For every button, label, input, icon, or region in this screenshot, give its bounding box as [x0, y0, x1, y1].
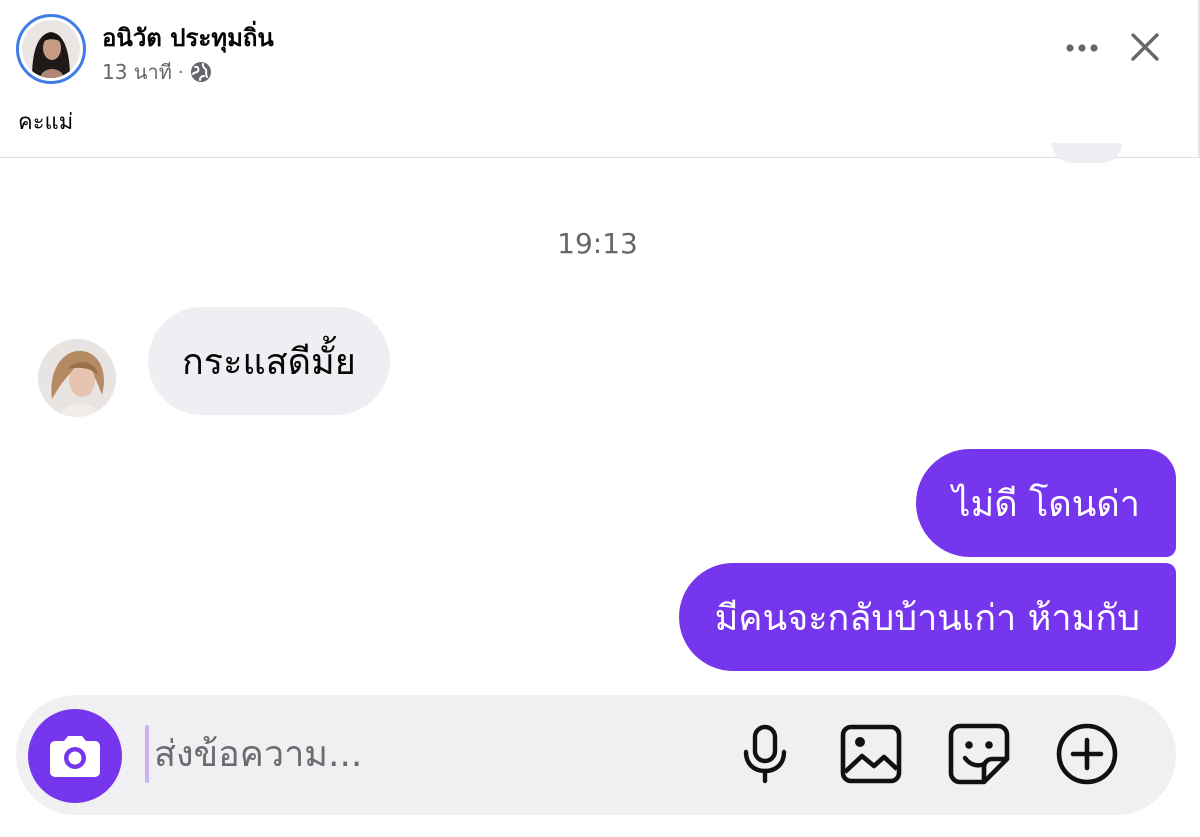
- post-meta: 13 นาที ·: [102, 56, 212, 88]
- post-header: อนิวัต ประทุมถิ่น 13 นาที · คะแม่: [0, 0, 1200, 158]
- image-button[interactable]: [838, 721, 904, 787]
- post-time[interactable]: 13 นาที: [102, 56, 172, 88]
- microphone-icon: [743, 724, 787, 784]
- microphone-button[interactable]: [732, 721, 798, 787]
- add-button[interactable]: [1054, 721, 1120, 787]
- close-icon[interactable]: [1128, 30, 1162, 64]
- more-options-icon[interactable]: [1064, 30, 1100, 66]
- message-composer: [16, 695, 1176, 815]
- sticker-button[interactable]: [946, 721, 1012, 787]
- meta-separator: ·: [177, 61, 184, 83]
- partial-message-bubble: [1052, 143, 1122, 163]
- incoming-message-bubble[interactable]: กระแสดีมั้ย: [148, 307, 390, 415]
- camera-button[interactable]: [28, 709, 122, 803]
- author-avatar-photo: [22, 20, 80, 78]
- message-timestamp: 19:13: [557, 227, 638, 260]
- text-caret: [145, 725, 149, 783]
- post-caption: คะแม่: [18, 110, 74, 135]
- author-name[interactable]: อนิวัต ประทุมถิ่น: [102, 18, 274, 57]
- globe-icon[interactable]: [190, 61, 212, 83]
- outgoing-message-bubble[interactable]: มีคนจะกลับบ้านเก่า ห้ามกับ: [678, 563, 1176, 671]
- outgoing-message-bubble[interactable]: ไม่ดี โดนด่า: [916, 449, 1176, 557]
- message-input[interactable]: [150, 719, 710, 789]
- contact-avatar[interactable]: [38, 339, 116, 417]
- author-avatar[interactable]: [16, 14, 86, 84]
- plus-circle-icon: [1056, 723, 1118, 785]
- camera-icon: [50, 736, 100, 777]
- sticker-icon: [948, 723, 1010, 785]
- image-icon: [840, 724, 902, 784]
